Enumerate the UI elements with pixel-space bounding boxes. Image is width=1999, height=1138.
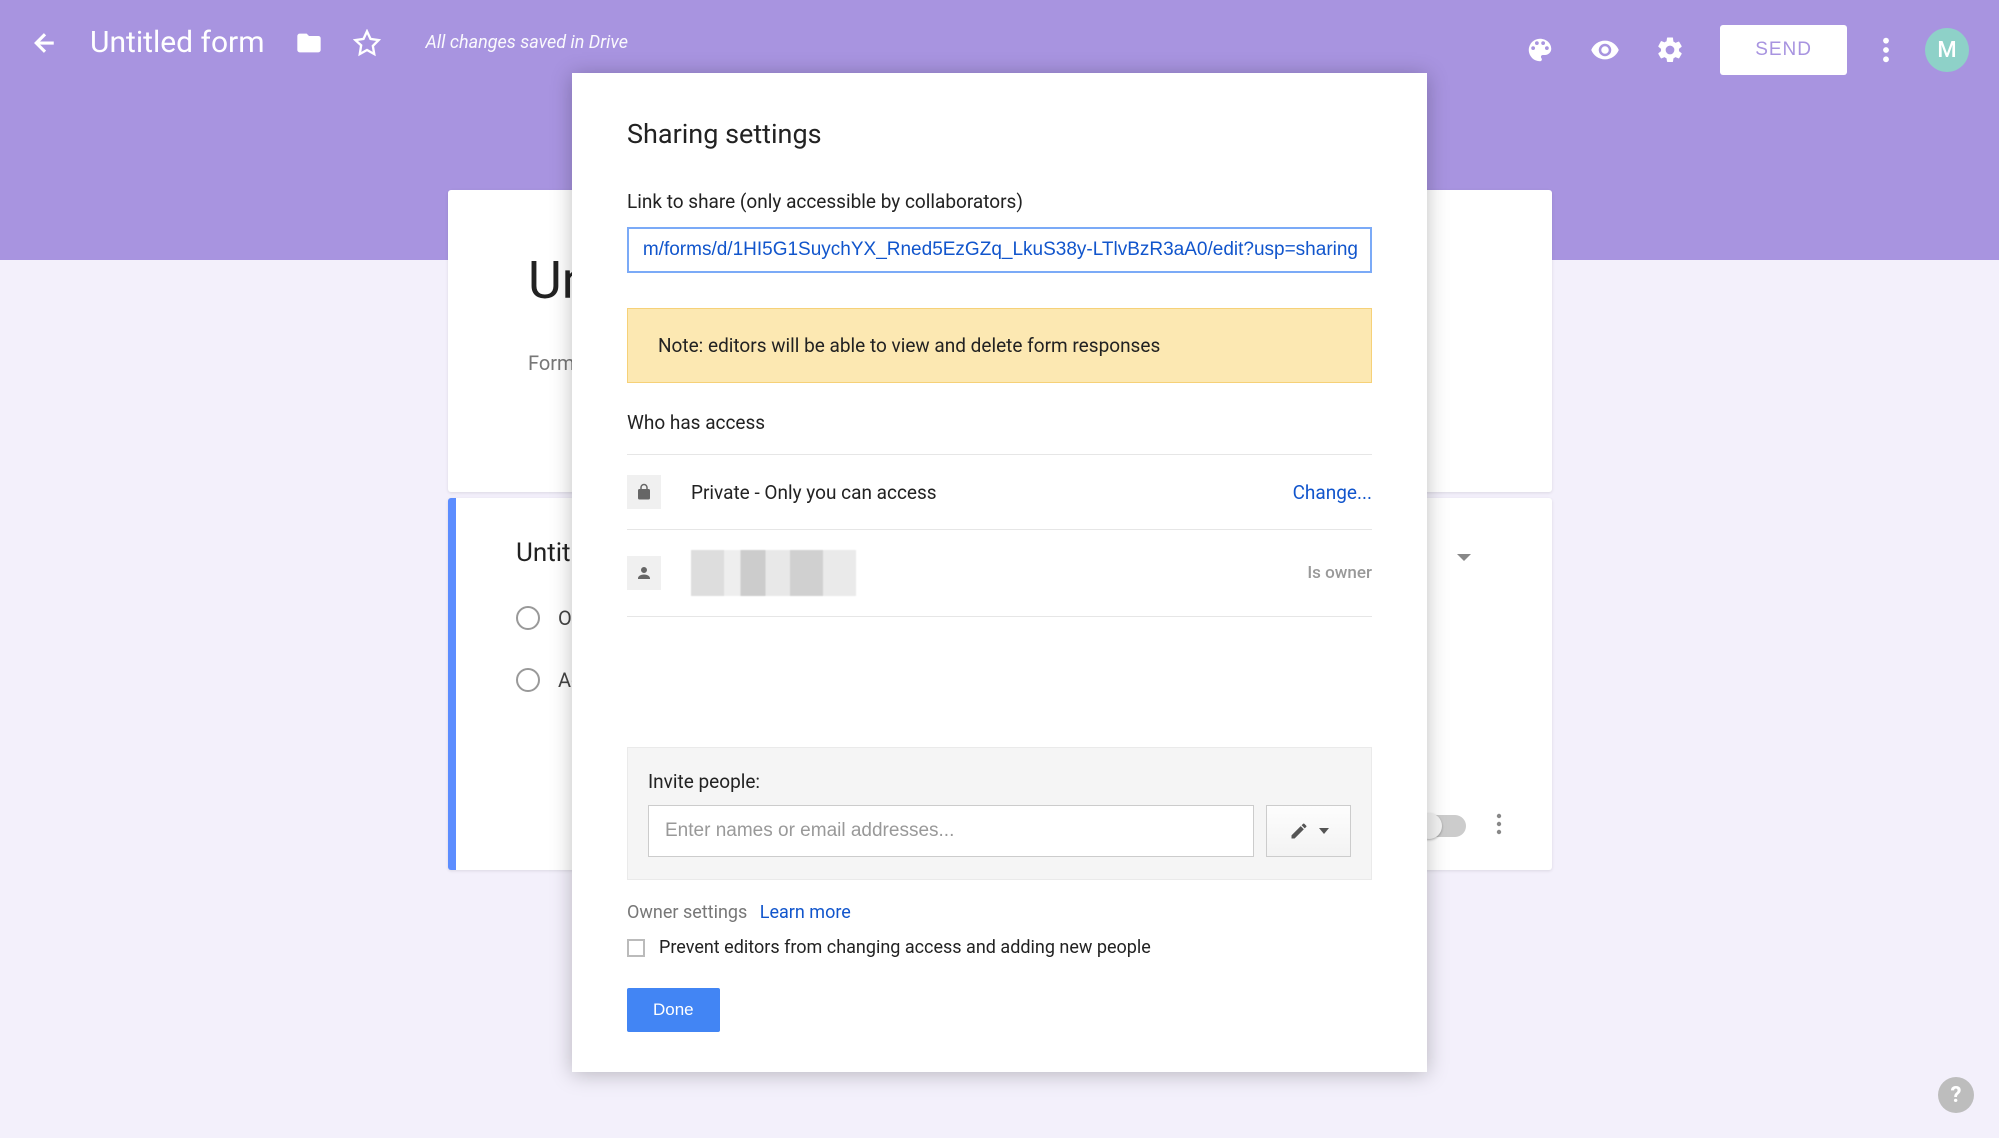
invite-input[interactable] <box>648 805 1254 857</box>
owner-settings-label: Owner settings <box>627 902 747 923</box>
send-button[interactable]: SEND <box>1720 25 1847 75</box>
palette-icon[interactable] <box>1525 35 1555 65</box>
owner-settings: Owner settings Learn more <box>627 902 1372 923</box>
user-avatar[interactable]: M <box>1925 28 1969 72</box>
access-list: Private - Only you can access Change... … <box>627 454 1372 617</box>
folder-icon[interactable] <box>295 29 323 57</box>
question-more-icon[interactable] <box>1496 812 1502 840</box>
invite-section: Invite people: <box>627 747 1372 880</box>
person-icon <box>627 556 661 590</box>
link-share-label: Link to share (only accessible by collab… <box>627 190 1372 213</box>
settings-gear-icon[interactable] <box>1655 35 1685 65</box>
pencil-icon <box>1289 821 1309 841</box>
invite-label: Invite people: <box>648 770 1351 793</box>
prevent-editors-checkbox[interactable] <box>627 939 645 957</box>
permission-dropdown[interactable] <box>1266 805 1351 857</box>
change-access-link[interactable]: Change... <box>1293 481 1372 504</box>
header-left: Untitled form All changes saved in Drive <box>30 25 628 60</box>
sharing-settings-dialog: Sharing settings Link to share (only acc… <box>572 73 1427 1072</box>
question-type-dropdown-icon[interactable] <box>1456 548 1472 567</box>
dialog-title: Sharing settings <box>627 118 1372 150</box>
who-has-access-label: Who has access <box>627 411 1372 434</box>
save-status: All changes saved in Drive <box>426 32 628 53</box>
more-vert-icon[interactable] <box>1882 36 1890 64</box>
help-button[interactable]: ? <box>1938 1077 1974 1113</box>
done-button[interactable]: Done <box>627 988 720 1032</box>
chevron-down-icon <box>1319 828 1329 834</box>
invite-row <box>648 805 1351 857</box>
question-footer <box>1418 812 1502 840</box>
form-title[interactable]: Untitled form <box>90 25 265 60</box>
radio-icon <box>516 668 540 692</box>
owner-name-redacted <box>691 550 856 596</box>
access-row-private: Private - Only you can access Change... <box>627 455 1372 530</box>
owner-role-label: Is owner <box>1307 563 1372 583</box>
preview-eye-icon[interactable] <box>1590 35 1620 65</box>
learn-more-link[interactable]: Learn more <box>760 902 851 923</box>
prevent-editors-row[interactable]: Prevent editors from changing access and… <box>627 937 1372 958</box>
editor-note: Note: editors will be able to view and d… <box>627 308 1372 383</box>
star-icon[interactable] <box>353 29 381 57</box>
header-right: SEND M <box>1525 25 1969 75</box>
access-row-owner: Is owner <box>627 530 1372 617</box>
lock-icon <box>627 475 661 509</box>
radio-icon <box>516 606 540 630</box>
share-link-input[interactable] <box>627 227 1372 273</box>
prevent-editors-label: Prevent editors from changing access and… <box>659 937 1151 958</box>
privacy-text: Private - Only you can access <box>691 481 1263 504</box>
back-arrow-icon[interactable] <box>30 28 60 58</box>
